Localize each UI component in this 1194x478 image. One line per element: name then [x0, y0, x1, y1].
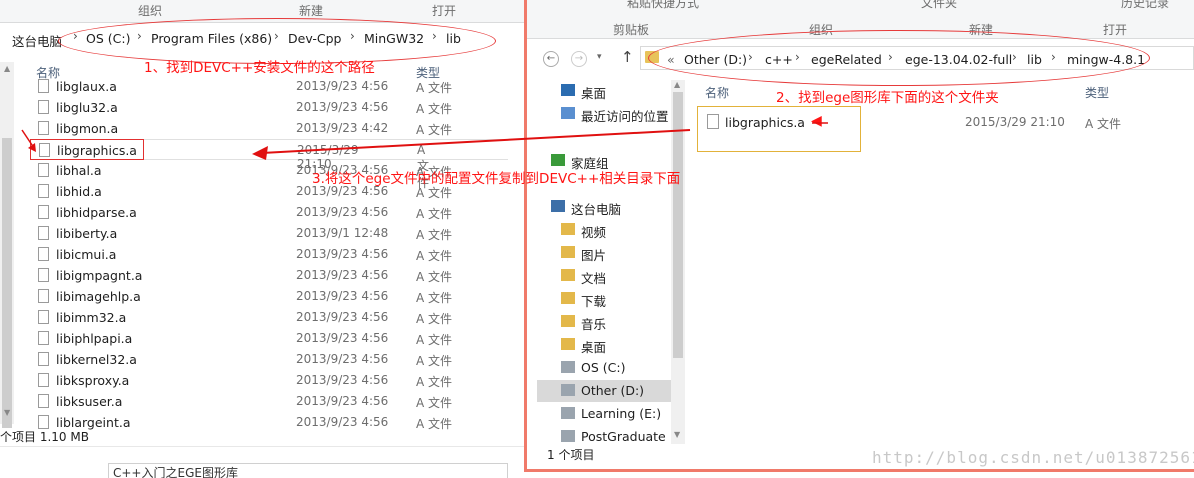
annotation-arrows: [21, 122, 828, 160]
copy-arrow-head: [252, 146, 268, 160]
watermark: http://blog.csdn.net/u013872561: [872, 448, 1194, 467]
copy-arrow-line: [261, 129, 691, 154]
